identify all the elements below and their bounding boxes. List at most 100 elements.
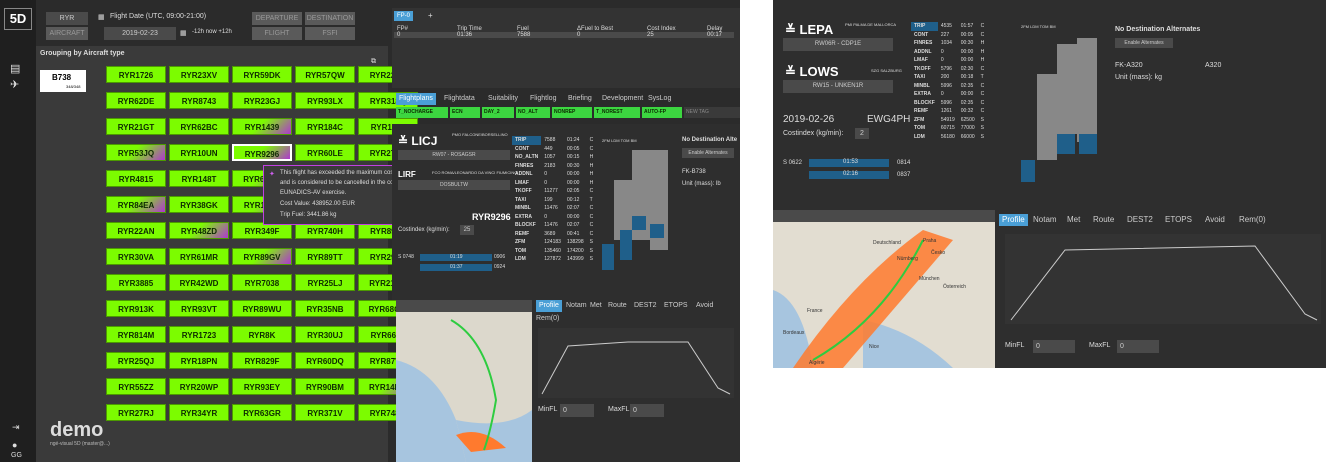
alt-runway-select[interactable]: DOSBULTW: [398, 180, 510, 190]
fp-cell[interactable]: 25: [644, 32, 704, 38]
flight-tile[interactable]: RYR61MR: [169, 248, 229, 265]
departure-button[interactable]: DEPARTURE: [252, 12, 302, 25]
main-tab[interactable]: SysLog: [648, 93, 671, 105]
right-profile-tab[interactable]: Notam: [1033, 214, 1057, 226]
right-route-map[interactable]: Deutschland Praha Česko Nürnberg München…: [773, 210, 995, 368]
flight-tile[interactable]: RYR93VT: [169, 300, 229, 317]
fp-cell[interactable]: 0: [574, 32, 644, 38]
flight-tile[interactable]: RYR1439: [232, 118, 292, 135]
fp-cell[interactable]: 7588: [514, 32, 574, 38]
layers-icon[interactable]: ▤: [10, 62, 20, 75]
fp-cell[interactable]: 01:36: [454, 32, 514, 38]
destination-button[interactable]: DESTINATION: [305, 12, 355, 25]
flight-tile[interactable]: RYR57QW: [295, 66, 355, 83]
flight-tile[interactable]: RYR63GR: [232, 404, 292, 421]
flight-tile[interactable]: RYR89TT: [295, 248, 355, 265]
costindex-value[interactable]: 25: [460, 225, 474, 235]
logout-icon[interactable]: ⇥: [12, 422, 20, 433]
tag-chip[interactable]: NEW TAG: [684, 107, 740, 118]
flight-tile[interactable]: RYR23XV: [169, 66, 229, 83]
flight-tile[interactable]: RYR21GT: [106, 118, 166, 135]
flight-tile[interactable]: RYR62BC: [169, 118, 229, 135]
right-maxfl-input[interactable]: 0: [1117, 340, 1159, 353]
fp-tab[interactable]: FP-0: [394, 11, 414, 21]
right-profile-tab[interactable]: Met: [1067, 214, 1080, 226]
calendar-small-icon[interactable]: ▦: [180, 29, 187, 37]
arr-runway-select[interactable]: RW15 - UNKEN1R: [783, 80, 893, 93]
main-tab[interactable]: Development: [602, 93, 643, 105]
tag-chip[interactable]: DAY_2: [482, 107, 514, 118]
flight-tile[interactable]: RYR8K: [232, 326, 292, 343]
flight-tile[interactable]: RYR42WD: [169, 274, 229, 291]
right-minfl-input[interactable]: 0: [1033, 340, 1075, 353]
minfl-input[interactable]: 0: [560, 404, 594, 417]
flight-tile[interactable]: RYR59DK: [232, 66, 292, 83]
right-profile-tab[interactable]: Rem(0): [1239, 214, 1266, 226]
flight-tile[interactable]: RYR7038: [232, 274, 292, 291]
tag-chip[interactable]: ECN: [450, 107, 480, 118]
flight-tile[interactable]: RYR90BM: [295, 378, 355, 395]
airplane-icon[interactable]: ✈: [10, 78, 19, 91]
flight-tile[interactable]: RYR9296: [232, 144, 292, 161]
flight-tile[interactable]: RYR3885: [106, 274, 166, 291]
tag-chip[interactable]: NO_ALT: [516, 107, 550, 118]
flight-tile[interactable]: RYR4815: [106, 170, 166, 187]
flight-tile[interactable]: RYR38GK: [169, 196, 229, 213]
flight-tile[interactable]: RYR371V: [295, 404, 355, 421]
flight-tile[interactable]: RYR60DQ: [295, 352, 355, 369]
profile-tab[interactable]: ETOPS: [664, 300, 688, 312]
main-tab[interactable]: Flightdata: [444, 93, 475, 105]
flight-tile[interactable]: RYR20WP: [169, 378, 229, 395]
profile-tab[interactable]: Notam: [566, 300, 587, 312]
flight-tile[interactable]: RYR30VA: [106, 248, 166, 265]
profile-tab[interactable]: Profile: [536, 300, 562, 312]
flight-tile[interactable]: RYR22AN: [106, 222, 166, 239]
flight-tile[interactable]: RYR10UN: [169, 144, 229, 161]
right-enable-alt-button[interactable]: Enable Alternates: [1115, 38, 1173, 48]
flight-tile[interactable]: RYR27RJ: [106, 404, 166, 421]
flight-tile[interactable]: RYR48ZD: [169, 222, 229, 239]
tag-chip[interactable]: T_NOREST: [594, 107, 640, 118]
flight-tile[interactable]: RYR8743: [169, 92, 229, 109]
dep-runway-select[interactable]: RW06R - CDP1E: [783, 38, 893, 51]
right-profile-tab[interactable]: DEST2: [1127, 214, 1153, 226]
flight-tile[interactable]: RYR1726: [106, 66, 166, 83]
airline-select[interactable]: RYR: [46, 12, 88, 25]
profile-tab[interactable]: Met: [590, 300, 602, 312]
right-profile-tab[interactable]: Profile: [999, 214, 1028, 226]
flight-tile[interactable]: RYR829F: [232, 352, 292, 369]
flight-tile[interactable]: RYR34YR: [169, 404, 229, 421]
flight-tile[interactable]: RYR25LJ: [295, 274, 355, 291]
flight-button[interactable]: FLIGHT: [252, 27, 302, 40]
flight-tile[interactable]: RYR53JQ: [106, 144, 166, 161]
right-profile-tab[interactable]: Avoid: [1205, 214, 1225, 226]
flight-tile[interactable]: RYR913K: [106, 300, 166, 317]
flight-tile[interactable]: RYR89WU: [232, 300, 292, 317]
aircraft-button[interactable]: AIRCRAFT: [46, 27, 88, 40]
flight-tile[interactable]: RYR184C: [295, 118, 355, 135]
profile-tab[interactable]: Avoid: [696, 300, 713, 312]
flight-tile[interactable]: RYR84EA: [106, 196, 166, 213]
time-range[interactable]: -12h now +12h: [192, 29, 232, 35]
right-profile-tab[interactable]: ETOPS: [1165, 214, 1192, 226]
tag-chip[interactable]: AUTO-FP: [642, 107, 682, 118]
flight-tile[interactable]: RYR55ZZ: [106, 378, 166, 395]
flight-tile[interactable]: RYR93LX: [295, 92, 355, 109]
flight-tile[interactable]: RYR60LE: [295, 144, 355, 161]
tag-chip[interactable]: NONREP: [552, 107, 592, 118]
profile-tab[interactable]: DEST2: [634, 300, 657, 312]
flight-tile[interactable]: RYR23GJ: [232, 92, 292, 109]
main-tab[interactable]: Flightplans: [396, 93, 436, 105]
enable-alternates-button[interactable]: Enable Alternates: [682, 148, 734, 158]
fsfi-button[interactable]: FSFI: [305, 27, 355, 40]
flight-tile[interactable]: RYR18PN: [169, 352, 229, 369]
maxfl-input[interactable]: 0: [630, 404, 664, 417]
profile-tab[interactable]: Route: [608, 300, 627, 312]
runway-select[interactable]: RW07 - ROSAGSR: [398, 150, 510, 160]
tag-chip[interactable]: T_NOCHARGE: [396, 107, 448, 118]
flight-tile[interactable]: RYR1723: [169, 326, 229, 343]
flight-tile[interactable]: RYR89GV: [232, 248, 292, 265]
fp-cell[interactable]: 0: [394, 32, 454, 38]
main-tab[interactable]: Flightlog: [530, 93, 556, 105]
flight-tile[interactable]: RYR814M: [106, 326, 166, 343]
